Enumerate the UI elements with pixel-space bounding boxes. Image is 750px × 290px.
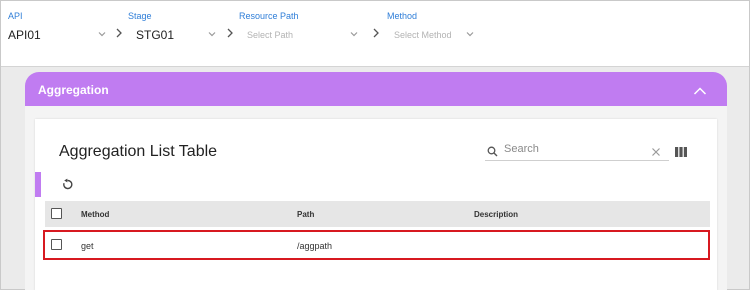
cell-method: get [81, 241, 94, 251]
method-selector[interactable]: Method Select Method [387, 9, 479, 53]
api-label: API [8, 11, 23, 21]
api-selector[interactable]: API API01 [8, 9, 108, 53]
chevron-down-icon[interactable] [349, 29, 359, 39]
resource-path-placeholder[interactable]: Select Path [247, 30, 293, 40]
row-checkbox[interactable] [51, 239, 62, 250]
stage-selector[interactable]: Stage STG01 [128, 9, 220, 53]
chevron-down-icon[interactable] [97, 29, 107, 39]
table-title: Aggregation List Table [59, 143, 218, 160]
refresh-icon[interactable] [61, 178, 74, 191]
accent-bar [35, 172, 41, 197]
panel-header[interactable]: Aggregation [25, 72, 727, 106]
resource-path-selector[interactable]: Resource Path Select Path [239, 9, 365, 53]
column-header-path[interactable]: Path [297, 210, 314, 219]
aggregation-panel: Aggregation Aggregation List Table Metho… [25, 72, 727, 290]
method-placeholder[interactable]: Select Method [394, 30, 452, 40]
selector-bar: API API01 Stage STG01 Resource Path Sele… [1, 1, 749, 67]
chevron-right-icon [372, 26, 380, 38]
chevron-down-icon[interactable] [465, 29, 475, 39]
column-header-method[interactable]: Method [81, 210, 109, 219]
cell-path: /aggpath [297, 241, 333, 251]
resource-path-label: Resource Path [239, 11, 299, 21]
columns-icon[interactable] [675, 144, 687, 157]
stage-label: Stage [128, 11, 152, 21]
select-all-checkbox[interactable] [51, 208, 62, 219]
panel-title: Aggregation [38, 83, 109, 97]
close-icon[interactable] [651, 144, 661, 156]
chevron-down-icon[interactable] [207, 29, 217, 39]
column-header-description[interactable]: Description [474, 210, 518, 219]
chevron-right-icon [226, 26, 234, 38]
aggregation-card: Aggregation List Table Method Path Descr… [35, 119, 717, 290]
search-icon [487, 144, 498, 157]
table-header: Method Path Description [45, 201, 710, 227]
method-label: Method [387, 11, 418, 21]
table-row[interactable]: get /aggpath [43, 230, 710, 260]
chevron-up-icon[interactable] [693, 83, 707, 95]
search-input[interactable] [504, 141, 644, 157]
api-value[interactable]: API01 [8, 28, 41, 42]
search-box[interactable] [485, 139, 669, 161]
stage-value[interactable]: STG01 [136, 28, 174, 42]
chevron-right-icon [115, 26, 123, 38]
